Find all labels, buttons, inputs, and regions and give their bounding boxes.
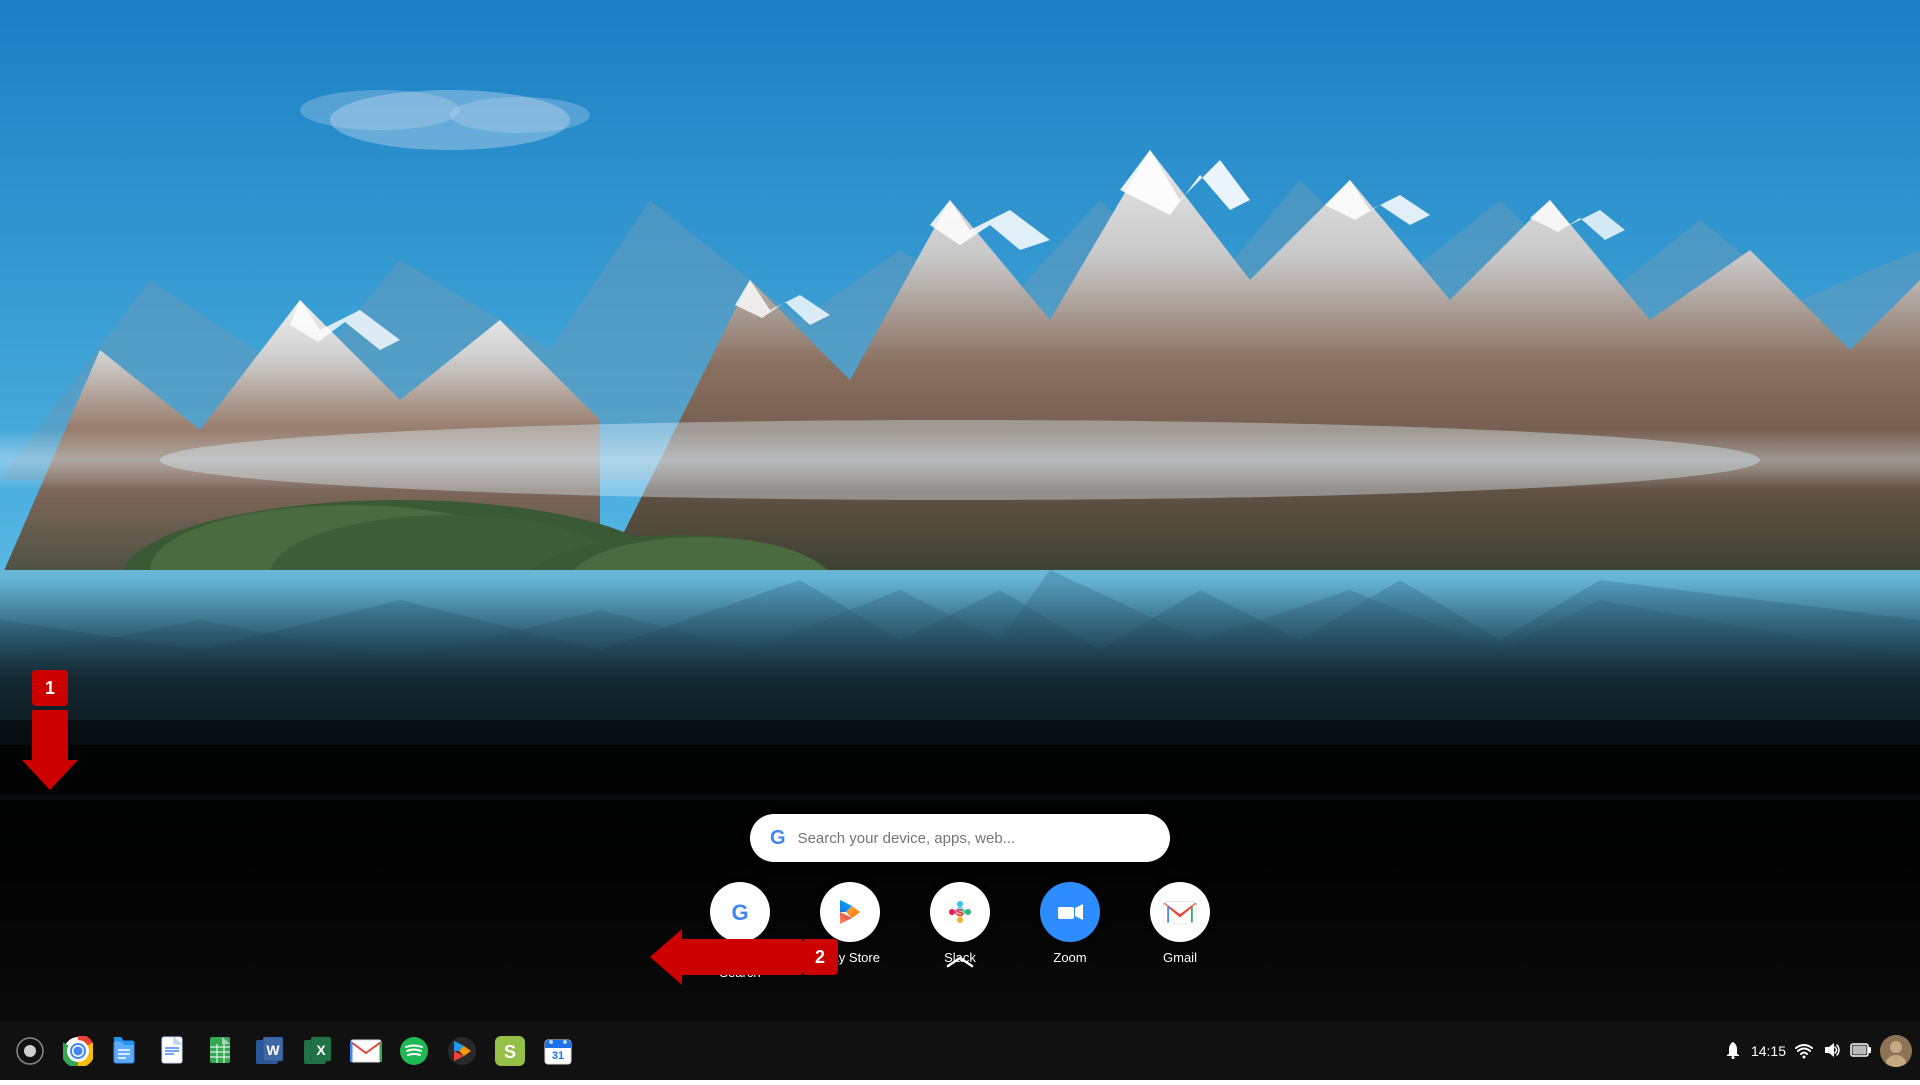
search-bar[interactable]: G [750,814,1170,862]
zoom-icon [1040,882,1100,942]
volume-icon[interactable] [1822,1040,1842,1063]
svg-text:X: X [316,1042,326,1058]
taskbar-gmail[interactable] [344,1029,388,1073]
slack-icon: S [930,882,990,942]
taskbar-chrome[interactable] [56,1029,100,1073]
launcher-app-gmail[interactable]: Gmail [1140,882,1220,965]
gmail-label: Gmail [1163,950,1197,965]
taskbar-microsoft-excel[interactable]: X [296,1029,340,1073]
system-tray: 14:15 [1723,1035,1912,1067]
taskbar-files[interactable] [104,1029,148,1073]
taskbar-microsoft-word[interactable]: W [248,1029,292,1073]
taskbar-play-store[interactable] [440,1029,484,1073]
google-logo: G [770,827,786,850]
taskbar: W X [0,1022,1920,1080]
gmail-icon [1150,882,1210,942]
zoom-label: Zoom [1053,950,1086,965]
notification-icon[interactable] [1723,1040,1743,1063]
taskbar-launcher-button[interactable] [8,1029,52,1073]
network-icon[interactable] [1794,1040,1814,1063]
svg-text:S: S [957,908,964,919]
taskbar-google-sheets[interactable] [200,1029,244,1073]
annotation-number-2: 2 [802,939,838,975]
svg-text:31: 31 [552,1050,564,1062]
taskbar-spotify[interactable] [392,1029,436,1073]
search-input[interactable] [798,830,1150,847]
svg-text:W: W [266,1042,280,1058]
taskbar-apps: W X [8,1029,580,1073]
svg-text:G: G [731,900,748,925]
annotation-arrow-1: 1 [22,670,78,790]
svg-text:S: S [504,1042,516,1062]
taskbar-google-docs[interactable] [152,1029,196,1073]
system-clock[interactable]: 14:15 [1751,1043,1786,1059]
annotation-number-1: 1 [32,670,68,706]
taskbar-shopify[interactable]: S [488,1029,532,1073]
launcher-chevron[interactable] [944,952,976,972]
taskbar-google-calendar[interactable]: 31 [536,1029,580,1073]
launcher-app-zoom[interactable]: Zoom [1030,882,1110,965]
user-avatar[interactable] [1880,1035,1912,1067]
battery-icon[interactable] [1850,1042,1872,1061]
annotation-arrow-2: 2 [650,929,846,985]
